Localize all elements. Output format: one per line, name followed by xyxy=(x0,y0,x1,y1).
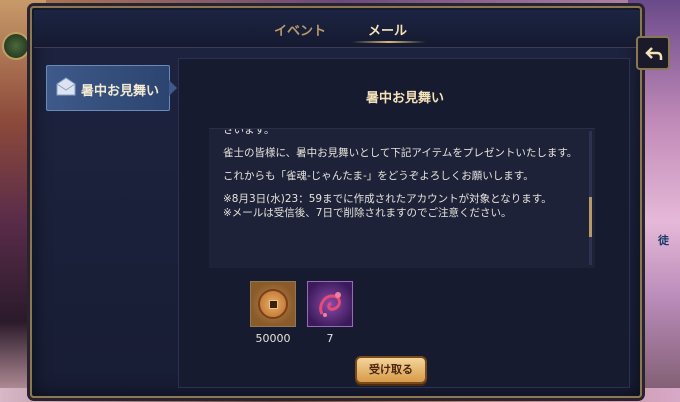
coin-hole xyxy=(269,300,278,309)
mail-body-line: さいます。 xyxy=(223,128,275,136)
active-tab-indicator xyxy=(352,41,426,43)
mail-body-line: ※8月3日(水)23：59までに作成されたアカウントが対象となります。 xyxy=(223,193,552,205)
mail-content-panel: 暑中お見舞い さいます。 雀士の皆様に、暑中お見舞いとして下記アイテムをプレゼン… xyxy=(178,58,630,388)
tab-mail[interactable]: メール xyxy=(368,20,407,39)
reward-item-count: 7 xyxy=(326,332,334,345)
mail-window: イベント メール 暑中お見舞い 暑中お見舞い さいます。 雀士の皆様に、暑中お見… xyxy=(30,6,642,398)
side-banner-text: 徒 xyxy=(658,234,669,247)
reward-coin[interactable] xyxy=(250,281,296,327)
tab-bar: イベント メール xyxy=(34,10,640,48)
mail-body-line: ※メールは受信後、7日で削除されますのでご注意ください。 xyxy=(223,207,512,219)
back-arrow-icon xyxy=(645,47,663,60)
mail-body-line: これからも「雀魂-じゃんたま-」をどうぞよろしくお願いします。 xyxy=(223,170,534,182)
envelope-icon xyxy=(56,77,76,96)
tab-event[interactable]: イベント xyxy=(274,20,326,39)
back-button[interactable] xyxy=(636,36,670,70)
mail-body-line: 雀士の皆様に、暑中お見舞いとして下記アイテムをプレゼントいたします。 xyxy=(223,147,578,159)
sidebar-item-label: 暑中お見舞い xyxy=(81,84,160,99)
reward-item[interactable] xyxy=(307,281,353,327)
scrollbar-thumb[interactable] xyxy=(589,196,592,237)
mail-title: 暑中お見舞い xyxy=(365,91,444,106)
shop-badge-icon[interactable] xyxy=(2,32,30,60)
mail-body-text: さいます。 雀士の皆様に、暑中お見舞いとして下記アイテムをプレゼントいたします。… xyxy=(223,129,583,229)
reward-coin-count: 50000 xyxy=(255,332,291,345)
item-icon xyxy=(319,292,341,317)
claim-button[interactable]: 受け取る xyxy=(355,356,427,384)
sidebar-item-summer-greeting[interactable]: 暑中お見舞い xyxy=(46,65,177,111)
mail-scrollbar[interactable] xyxy=(589,131,592,265)
coin-icon xyxy=(258,289,288,319)
mail-body[interactable]: さいます。 雀士の皆様に、暑中お見舞いとして下記アイテムをプレゼントいたします。… xyxy=(209,128,595,268)
